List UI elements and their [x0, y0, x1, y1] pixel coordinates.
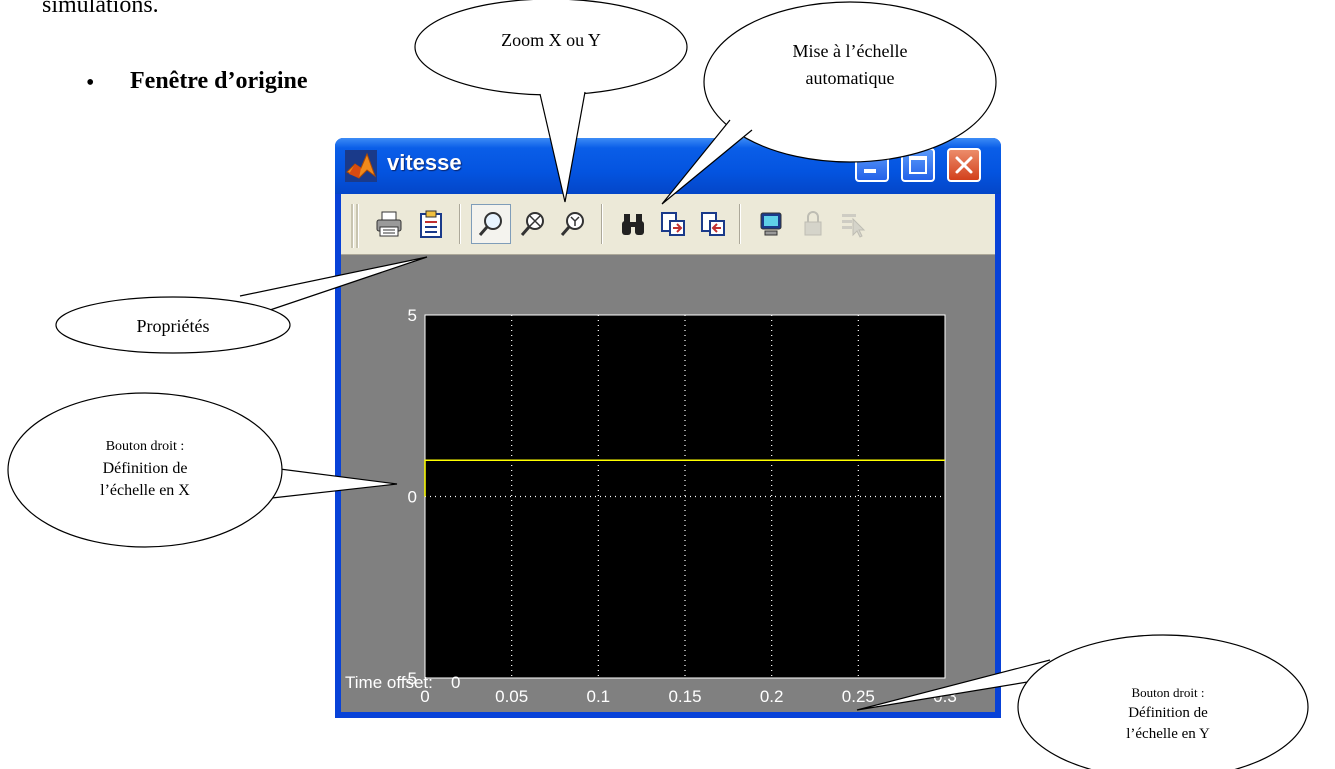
x-scale-callout-line: Définition de	[102, 460, 188, 477]
y-scale-callout-line: l’échelle en Y	[1126, 726, 1210, 742]
autoscale-callout-line: automatique	[805, 68, 895, 88]
callout-layer	[7, 0, 1309, 769]
properties-callout-pointer	[239, 256, 428, 311]
y-scale-callout-line: Définition de	[1128, 705, 1208, 721]
autoscale-callout-pointer	[661, 119, 753, 205]
y-scale-callout-text: Bouton droit : Définition de l’échelle e…	[1063, 682, 1273, 745]
x-scale-callout-line: Bouton droit :	[105, 439, 185, 454]
zoom-callout-pointer	[539, 91, 586, 203]
properties-callout-text: Propriétés	[136, 316, 210, 336]
x-scale-callout-pointer	[271, 467, 398, 499]
x-scale-callout-line: l’échelle en X	[100, 482, 190, 499]
x-scale-callout-text: Bouton droit : Définition de l’échelle e…	[40, 436, 250, 502]
y-scale-callout-line: Bouton droit :	[1131, 685, 1205, 700]
autoscale-callout-text: Mise à l’échelle automatique	[730, 38, 970, 92]
zoom-callout-text: Zoom X ou Y	[501, 30, 601, 50]
autoscale-callout-line: Mise à l’échelle	[792, 41, 908, 61]
